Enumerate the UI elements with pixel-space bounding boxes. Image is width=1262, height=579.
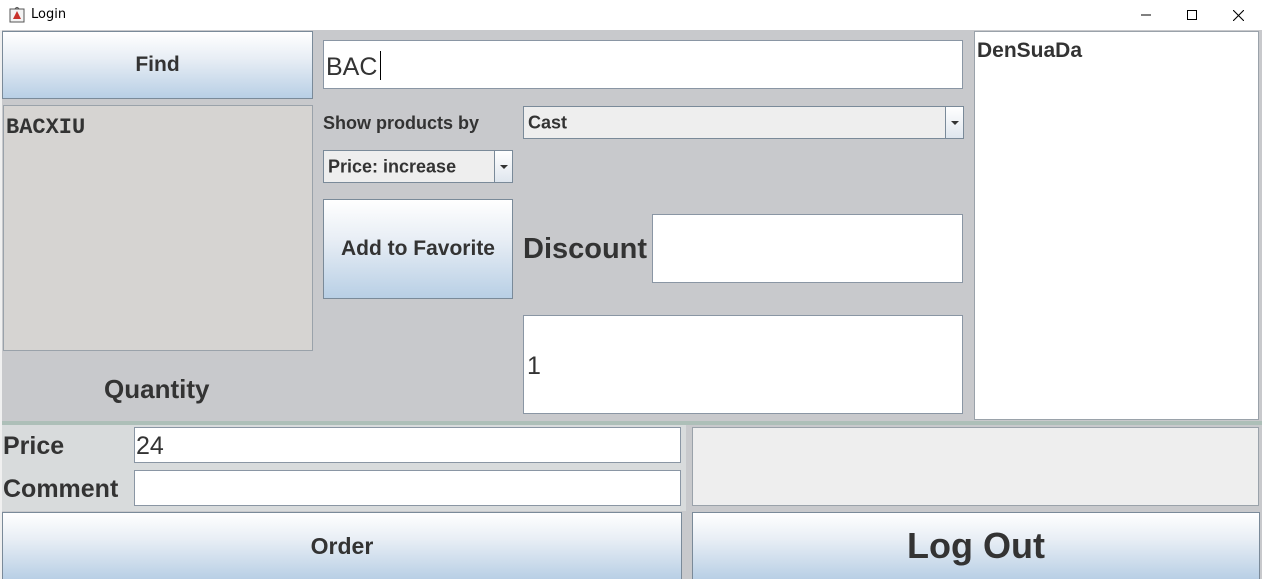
product-list-item[interactable]: BACXIU — [6, 115, 85, 140]
search-input-value: BAC — [326, 53, 378, 81]
add-to-favorite-button[interactable]: Add to Favorite — [323, 199, 513, 299]
category-combo-value: Cast — [528, 112, 568, 132]
text-caret — [380, 51, 381, 80]
discount-field[interactable] — [652, 214, 963, 283]
sort-combo[interactable]: Price: increase — [323, 150, 513, 183]
chevron-down-icon — [499, 164, 508, 169]
price-label: Price — [3, 432, 65, 460]
quantity-field-value: 1 — [527, 352, 541, 380]
add-to-favorite-label: Add to Favorite — [340, 237, 495, 260]
price-field-value: 24 — [136, 432, 164, 460]
maximize-icon — [1187, 10, 1197, 20]
log-out-button-label: Log Out — [907, 525, 1045, 566]
log-out-button[interactable]: Log Out — [692, 512, 1260, 579]
order-button[interactable]: Order — [2, 512, 682, 579]
search-input[interactable]: BAC — [323, 40, 963, 89]
sort-combo-arrow[interactable] — [494, 151, 512, 182]
favorites-list-item[interactable]: DenSuaDa — [977, 39, 1082, 63]
comment-label: Comment — [3, 475, 119, 503]
category-combo-arrow[interactable] — [945, 107, 963, 138]
sort-combo-value: Price: increase — [328, 156, 457, 176]
minimize-button[interactable] — [1123, 0, 1169, 30]
quantity-field[interactable]: 1 — [523, 315, 963, 414]
quantity-label: Quantity — [104, 374, 210, 404]
discount-label: Discount — [523, 233, 648, 265]
product-list[interactable]: BACXIU — [3, 105, 313, 351]
find-button[interactable]: Find — [2, 31, 313, 99]
close-icon — [1232, 9, 1244, 21]
comment-field[interactable] — [134, 470, 681, 506]
price-field[interactable]: 24 — [134, 427, 681, 463]
chevron-down-icon — [950, 120, 959, 125]
category-combo[interactable]: Cast — [523, 106, 964, 139]
favorites-list[interactable]: DenSuaDa — [974, 31, 1259, 420]
order-button-label: Order — [310, 532, 374, 559]
show-by-label: Show products by — [323, 113, 480, 133]
minimize-icon — [1141, 14, 1151, 16]
close-button[interactable] — [1215, 0, 1261, 30]
maximize-button[interactable] — [1169, 0, 1215, 30]
find-button-label: Find — [135, 53, 180, 76]
title-bar: Login — [0, 0, 1262, 30]
java-app-icon — [9, 6, 25, 23]
window-title: Login — [31, 7, 67, 22]
status-panel — [692, 427, 1259, 506]
